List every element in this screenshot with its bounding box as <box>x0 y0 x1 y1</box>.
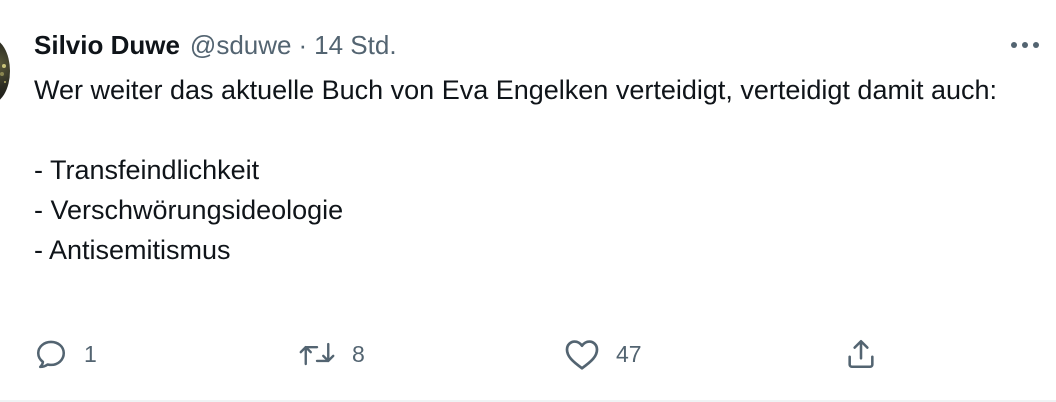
tweet-text: Wer weiter das aktuelle Buch von Eva Eng… <box>34 75 998 265</box>
author-display-name[interactable]: Silvio Duwe <box>34 27 180 63</box>
reply-button[interactable]: 1 <box>34 330 97 378</box>
retweet-button[interactable]: 8 <box>298 330 365 378</box>
more-horizontal-icon <box>1011 42 1039 48</box>
reply-bubble-icon <box>36 340 66 369</box>
author-handle[interactable]: @sduwe <box>190 27 292 63</box>
retweet-arrows-icon <box>299 342 335 366</box>
reply-count: 1 <box>84 340 97 367</box>
more-options-button[interactable] <box>1008 30 1042 60</box>
avatar[interactable] <box>0 38 10 104</box>
tweet-card[interactable]: Silvio Duwe @sduwe · 14 Std. Wer weiter … <box>0 0 1056 402</box>
retweet-count: 8 <box>352 340 365 367</box>
tweet-actions: 1 8 47 <box>34 330 1034 378</box>
share-button[interactable] <box>844 330 878 378</box>
tweet-header: Silvio Duwe @sduwe · 14 Std. <box>34 27 397 63</box>
header-separator: · <box>298 30 308 60</box>
share-upload-icon <box>848 339 874 369</box>
like-button[interactable]: 47 <box>564 330 642 378</box>
tweet-timestamp[interactable]: 14 Std. <box>314 27 396 63</box>
like-count: 47 <box>616 340 642 367</box>
heart-icon <box>565 340 599 370</box>
